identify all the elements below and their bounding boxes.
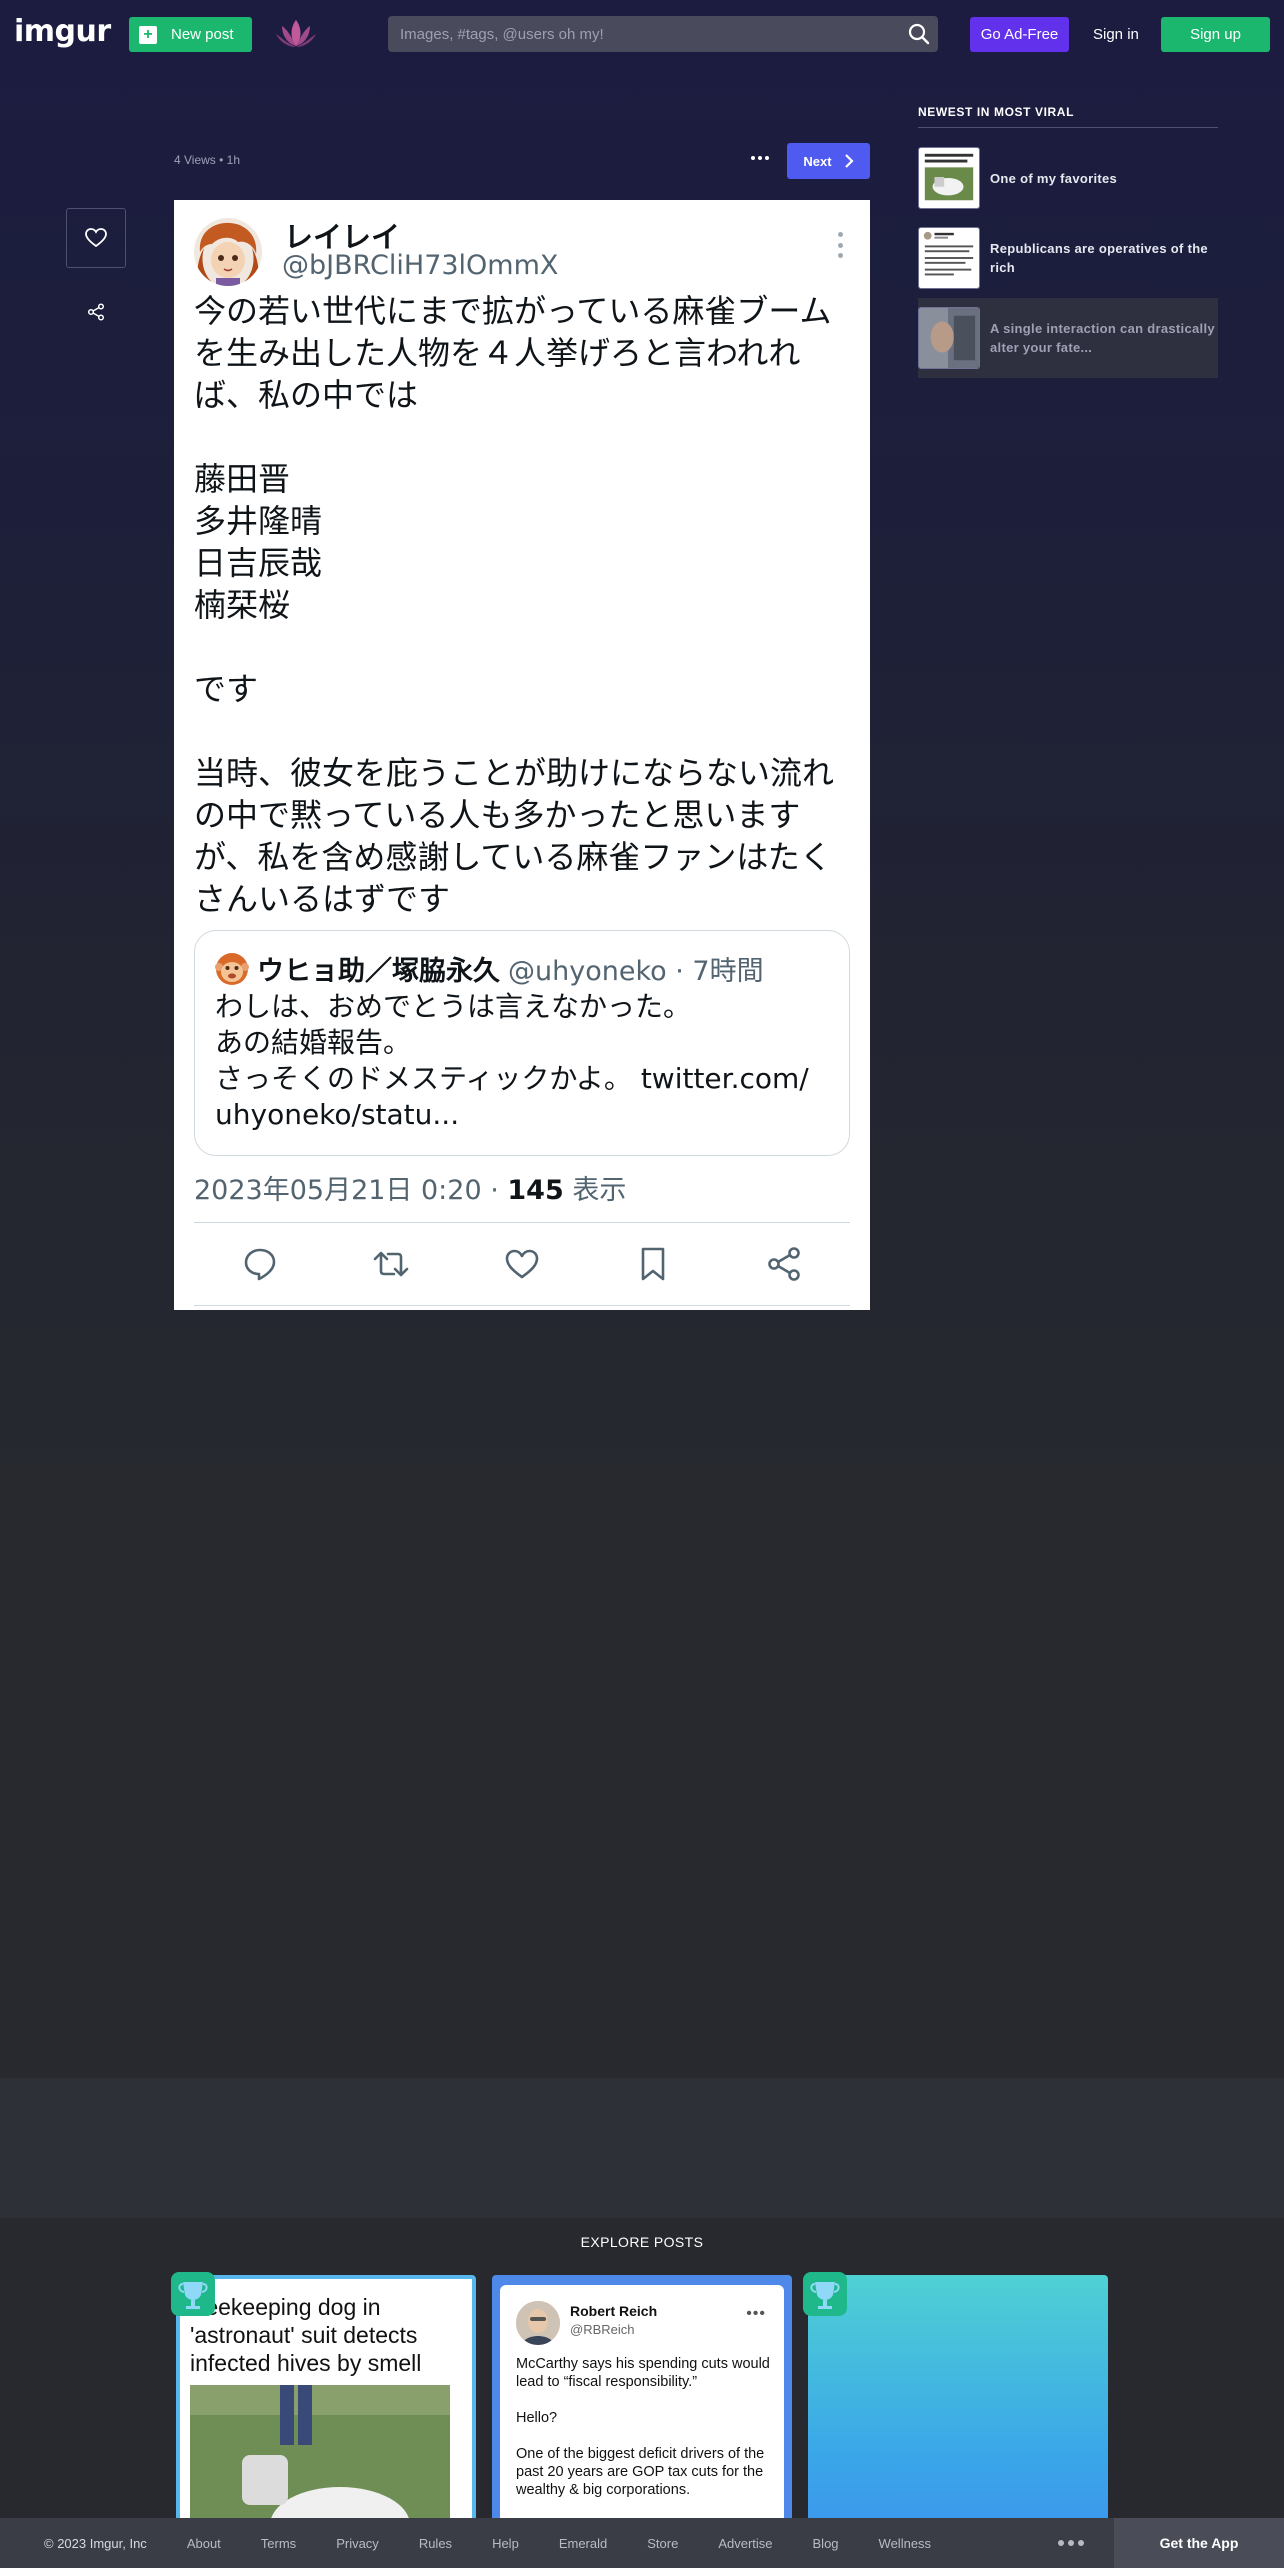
footer-link-help[interactable]: Help: [492, 2536, 519, 2551]
sidebar-post-title: One of my favorites: [990, 170, 1118, 186]
card-title: Beekeeping dog in 'astronaut' suit detec…: [190, 2294, 422, 2376]
footer-link-terms[interactable]: Terms: [261, 2536, 296, 2551]
footer-link-emerald[interactable]: Emerald: [559, 2536, 607, 2551]
quoted-author-name: ウヒョ助／塚脇永久: [257, 956, 500, 987]
tweet-timestamp: 2023年05月21日 0:20 · 145 表示: [194, 1168, 626, 1207]
monkey-emoji-icon: [215, 952, 249, 985]
search-bar: [388, 16, 938, 52]
post-thumbnail: [918, 307, 980, 369]
card-tweet-text: McCarthy says his spending cuts would le…: [516, 2356, 770, 2498]
more-options-icon: •••: [746, 2305, 766, 2322]
sidebar-post-item[interactable]: A single interaction can drastically alt…: [918, 298, 1218, 378]
more-options-icon[interactable]: [748, 150, 772, 166]
tweet-text: 今の若い世代にまで拡がっている麻雀ブームを生み出した人物を４人挙げろと言われれば…: [194, 292, 835, 918]
post-thumbnail: [918, 227, 980, 289]
footer: © 2023 Imgur, Inc About Terms Privacy Ru…: [0, 2518, 1284, 2568]
quoted-author-handle: @uhyoneko · 7時間: [508, 956, 764, 987]
heart-icon: [85, 228, 107, 248]
tweet-date: 2023年05月21日 0:20 ·: [194, 1175, 508, 1206]
favorite-button[interactable]: [66, 208, 126, 268]
next-label: Next: [803, 153, 832, 169]
ad-band: [0, 2078, 1284, 2218]
search-icon[interactable]: [908, 23, 930, 45]
quoted-tweet: ウヒョ助／塚脇永久 @uhyoneko · 7時間 わしは、おめでとうは言えなか…: [194, 930, 850, 1156]
footer-copyright: © 2023 Imgur, Inc: [44, 2535, 147, 2551]
post-image[interactable]: レイレイ @bJBRCliH73lOmmX 今の若い世代にまで拡がっている麻雀ブ…: [174, 200, 870, 1310]
go-ad-free-button[interactable]: Go Ad-Free: [970, 17, 1069, 52]
like-heart-icon: [505, 1249, 539, 1279]
avatar: [516, 2301, 560, 2345]
sidebar-post-title: A single interaction can drastically alt…: [990, 321, 1215, 355]
post-thumbnail: [918, 147, 980, 209]
emerald-trophy-icon: [803, 2272, 847, 2316]
lotus-icon[interactable]: [274, 16, 318, 52]
search-input[interactable]: [388, 16, 888, 52]
share-icon: [87, 303, 105, 321]
footer-more-icon[interactable]: [1058, 2540, 1084, 2546]
bookmark-icon: [641, 1247, 665, 1281]
sidebar-title: NEWEST IN MOST VIRAL: [918, 105, 1218, 128]
reply-icon: [244, 1248, 275, 1281]
sidebar-post-item[interactable]: Republicans are operatives of the rich: [918, 218, 1218, 298]
plus-icon: +: [139, 25, 157, 44]
card-author-name: Robert Reich: [570, 2303, 658, 2319]
get-the-app-button[interactable]: Get the App: [1114, 2518, 1284, 2568]
divider: [194, 1222, 850, 1223]
new-post-label: New post: [171, 26, 234, 43]
card-author-handle: @RBReich: [570, 2322, 635, 2337]
sign-up-button[interactable]: Sign up: [1161, 17, 1270, 52]
newest-in-most-viral-sidebar: NEWEST IN MOST VIRAL One of my favorites…: [918, 105, 1218, 378]
post-meta: 4 Views • 1h: [174, 153, 241, 167]
imgur-logo[interactable]: imgur: [14, 14, 111, 49]
divider: [194, 1305, 850, 1306]
next-post-button[interactable]: Next: [787, 143, 870, 179]
avatar: [194, 218, 262, 286]
retweet-icon: [373, 1251, 409, 1277]
share-button[interactable]: [84, 300, 108, 324]
explore-posts-title: EXPLORE POSTS: [580, 2234, 704, 2250]
footer-link-wellness[interactable]: Wellness: [879, 2536, 932, 2551]
footer-link-privacy[interactable]: Privacy: [336, 2536, 379, 2551]
footer-link-about[interactable]: About: [187, 2536, 221, 2551]
footer-link-rules[interactable]: Rules: [419, 2536, 452, 2551]
tweet-view-count: 145: [507, 1175, 564, 1206]
tweet-author-handle: @bJBRCliH73lOmmX: [282, 250, 559, 281]
chevron-right-icon: [844, 154, 854, 168]
footer-link-blog[interactable]: Blog: [813, 2536, 839, 2551]
quoted-tweet-text: わしは、おめでとうは言えなかった。 あの結婚報告。 さっそくのドメスティックかよ…: [215, 990, 809, 1131]
sidebar-post-title: Republicans are operatives of the rich: [990, 241, 1208, 275]
sidebar-post-item[interactable]: One of my favorites: [918, 138, 1218, 218]
quoted-tweet-header: ウヒョ助／塚脇永久 @uhyoneko · 7時間: [215, 949, 764, 988]
kebab-menu-icon: [838, 232, 844, 258]
emerald-trophy-icon: [171, 2272, 215, 2316]
footer-link-store[interactable]: Store: [647, 2536, 678, 2551]
tweet-action-bar: [194, 1240, 850, 1288]
tweet-share-icon: [768, 1247, 801, 1281]
tweet-view-label: 表示: [563, 1175, 627, 1206]
top-navbar: imgur + New post Go Ad-Free Sign in Sign…: [0, 0, 1284, 68]
footer-link-advertise[interactable]: Advertise: [718, 2536, 772, 2551]
new-post-button[interactable]: + New post: [129, 17, 252, 52]
sign-in-link[interactable]: Sign in: [1093, 17, 1139, 52]
